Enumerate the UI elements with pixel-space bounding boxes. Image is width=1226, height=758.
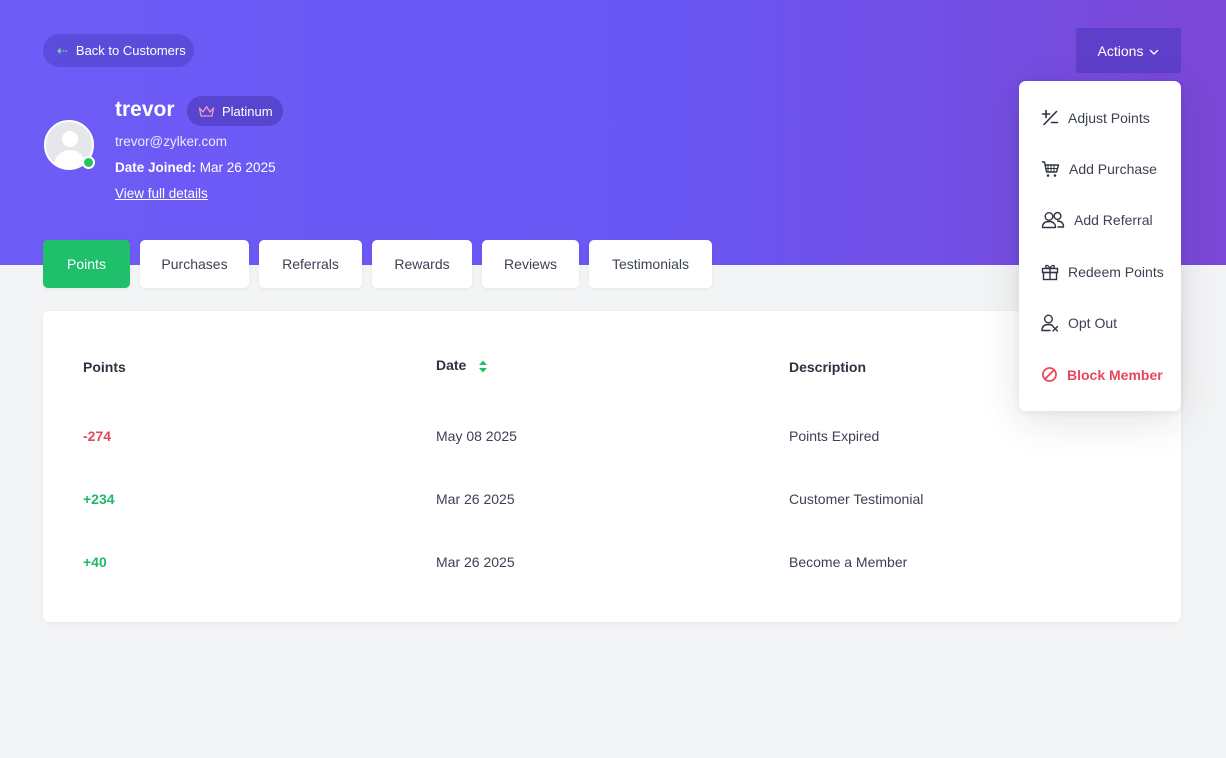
tab-referrals[interactable]: Referrals: [259, 240, 362, 288]
menu-item-block-member[interactable]: Block Member: [1019, 349, 1181, 400]
menu-item-label: Adjust Points: [1068, 109, 1150, 126]
customer-email: trevor@zylker.com: [115, 134, 227, 149]
row-1-points: -274: [83, 428, 112, 444]
tab-reviews[interactable]: Reviews: [482, 240, 579, 288]
sort-icon[interactable]: [478, 360, 488, 373]
menu-item-redeem-points[interactable]: Redeem Points: [1019, 246, 1181, 297]
tier-badge: Platinum: [187, 96, 283, 126]
back-button-label: Back to Customers: [75, 43, 186, 58]
row-2-points: +234: [83, 491, 115, 507]
customer-name: trevor: [115, 98, 175, 121]
column-header-points: Points: [83, 359, 126, 375]
points-table-card: Points Date Description -274 May 08 2025…: [43, 311, 1181, 622]
online-status-dot: [82, 156, 95, 169]
row-3-date: Mar 26 2025: [436, 554, 515, 570]
chevron-down-icon: [1150, 49, 1159, 55]
cart-icon: [1042, 161, 1060, 177]
tab-rewards[interactable]: Rewards: [372, 240, 472, 288]
avatar: [44, 120, 95, 170]
tab-testimonials[interactable]: Testimonials: [589, 240, 712, 288]
users-icon: [1041, 212, 1065, 229]
tier-label: Platinum: [222, 103, 273, 119]
date-joined: Date Joined: Mar 26 2025: [115, 160, 276, 175]
arrow-left-icon: ⇠: [57, 42, 68, 58]
column-header-date[interactable]: Date: [436, 357, 488, 373]
menu-item-label: Block Member: [1067, 366, 1163, 383]
date-joined-label: Date Joined:: [115, 160, 197, 175]
actions-button-label: Actions: [1097, 42, 1144, 59]
back-to-customers-button[interactable]: ⇠ Back to Customers: [43, 34, 194, 67]
row-2-description: Customer Testimonial: [789, 491, 924, 507]
row-1-date: May 08 2025: [436, 428, 517, 444]
menu-item-label: Opt Out: [1068, 315, 1118, 332]
view-full-details-link[interactable]: View full details: [115, 186, 208, 201]
crown-icon: [198, 105, 215, 117]
tab-bar: Points Purchases Referrals Rewards Revie…: [43, 240, 712, 288]
menu-item-add-purchase[interactable]: Add Purchase: [1019, 143, 1181, 194]
menu-item-adjust-points[interactable]: Adjust Points: [1019, 92, 1181, 143]
row-2-date: Mar 26 2025: [436, 491, 515, 507]
menu-item-label: Add Referral: [1074, 212, 1153, 229]
plus-minus-icon: [1041, 109, 1059, 125]
user-x-icon: [1041, 314, 1059, 332]
menu-item-label: Add Purchase: [1069, 161, 1157, 178]
row-3-points: +40: [83, 554, 107, 570]
menu-item-opt-out[interactable]: Opt Out: [1019, 298, 1181, 349]
tab-points[interactable]: Points: [43, 240, 130, 288]
actions-dropdown-menu: Adjust Points Add Purchase Add Referral …: [1019, 81, 1181, 411]
menu-item-label: Redeem Points: [1068, 263, 1164, 280]
tab-purchases[interactable]: Purchases: [140, 240, 249, 288]
row-3-description: Become a Member: [789, 554, 908, 570]
actions-button[interactable]: Actions: [1076, 28, 1181, 73]
column-header-description: Description: [789, 359, 867, 375]
block-icon: [1042, 367, 1057, 383]
gift-icon: [1041, 264, 1059, 281]
column-header-date-label: Date: [436, 357, 467, 373]
row-1-description: Points Expired: [789, 428, 880, 444]
date-joined-value: Mar 26 2025: [199, 160, 276, 175]
menu-item-add-referral[interactable]: Add Referral: [1019, 195, 1181, 246]
